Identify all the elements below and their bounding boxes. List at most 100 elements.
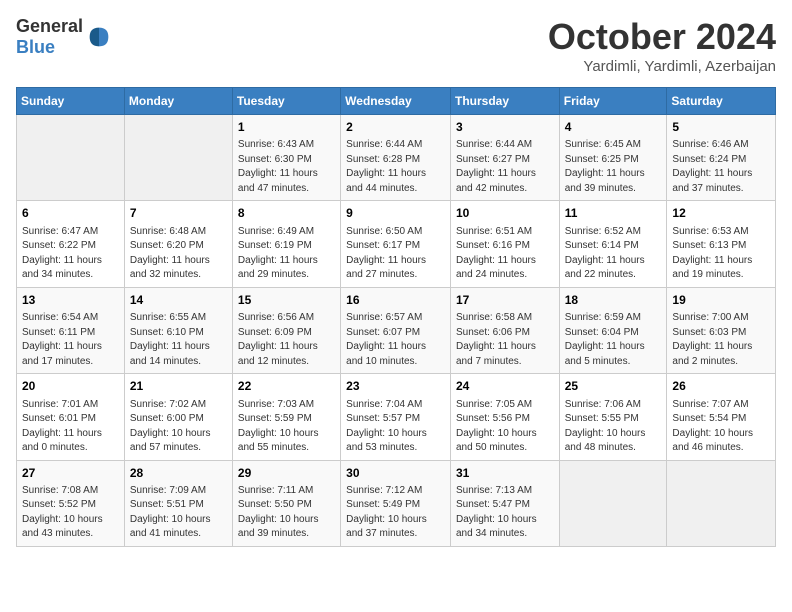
calendar-cell: 7 Sunrise: 6:48 AM Sunset: 6:20 PM Daylig… [124, 201, 232, 287]
day-number: 17 [456, 292, 554, 309]
day-info: Sunrise: 6:47 AM Sunset: 6:22 PM Dayligh… [22, 225, 119, 283]
day-number: 3 [456, 119, 554, 136]
calendar-cell: 26 Sunrise: 7:07 AM Sunset: 5:54 PM Dayli… [667, 374, 776, 460]
day-number: 21 [130, 378, 227, 395]
day-info: Sunrise: 6:59 AM Sunset: 6:04 PM Dayligh… [565, 311, 662, 369]
calendar-cell: 24 Sunrise: 7:05 AM Sunset: 5:56 PM Dayli… [450, 374, 559, 460]
day-info: Sunrise: 7:07 AM Sunset: 5:54 PM Dayligh… [672, 398, 770, 456]
calendar-cell: 10Sunrise: 6:51 AM Sunset: 6:16 PM Dayli… [450, 201, 559, 287]
day-info: Sunrise: 7:04 AM Sunset: 5:57 PM Dayligh… [346, 398, 445, 456]
day-number: 4 [565, 119, 662, 136]
day-number: 8 [238, 205, 335, 222]
day-number: 26 [672, 378, 770, 395]
location-title: Yardimli, Yardimli, Azerbaijan [548, 58, 776, 75]
calendar-cell: 29 Sunrise: 7:11 AM Sunset: 5:50 PM Dayli… [232, 460, 340, 546]
calendar-cell: 31 Sunrise: 7:13 AM Sunset: 5:47 PM Dayli… [450, 460, 559, 546]
day-number: 20 [22, 378, 119, 395]
day-info: Sunrise: 6:44 AM Sunset: 6:27 PM Dayligh… [456, 138, 554, 196]
day-number: 9 [346, 205, 445, 222]
day-number: 14 [130, 292, 227, 309]
day-number: 1 [238, 119, 335, 136]
calendar-cell: 25 Sunrise: 7:06 AM Sunset: 5:55 PM Dayli… [559, 374, 667, 460]
day-info: Sunrise: 6:55 AM Sunset: 6:10 PM Dayligh… [130, 311, 227, 369]
day-info: Sunrise: 6:49 AM Sunset: 6:19 PM Dayligh… [238, 225, 335, 283]
day-number: 27 [22, 465, 119, 482]
calendar-header-row: SundayMondayTuesdayWednesdayThursdayFrid… [17, 88, 776, 115]
calendar-cell: 12 Sunrise: 6:53 AM Sunset: 6:13 PM Dayli… [667, 201, 776, 287]
day-number: 16 [346, 292, 445, 309]
calendar-cell: 1 Sunrise: 6:43 AM Sunset: 6:30 PM Daylig… [232, 115, 340, 201]
day-number: 18 [565, 292, 662, 309]
calendar-cell: 14 Sunrise: 6:55 AM Sunset: 6:10 PM Dayli… [124, 287, 232, 373]
day-info: Sunrise: 6:51 AM Sunset: 6:16 PM Dayligh… [456, 225, 554, 283]
day-number: 19 [672, 292, 770, 309]
day-number: 12 [672, 205, 770, 222]
logo-icon [85, 23, 113, 51]
day-number: 7 [130, 205, 227, 222]
day-info: Sunrise: 6:44 AM Sunset: 6:28 PM Dayligh… [346, 138, 445, 196]
day-info: Sunrise: 7:13 AM Sunset: 5:47 PM Dayligh… [456, 484, 554, 542]
day-number: 6 [22, 205, 119, 222]
day-info: Sunrise: 6:45 AM Sunset: 6:25 PM Dayligh… [565, 138, 662, 196]
calendar-cell: 19 Sunrise: 7:00 AM Sunset: 6:03 PM Dayli… [667, 287, 776, 373]
day-info: Sunrise: 6:48 AM Sunset: 6:20 PM Dayligh… [130, 225, 227, 283]
calendar-cell: 5Sunrise: 6:46 AM Sunset: 6:24 PM Daylig… [667, 115, 776, 201]
day-number: 24 [456, 378, 554, 395]
logo-general: General [16, 16, 83, 36]
day-number: 2 [346, 119, 445, 136]
day-info: Sunrise: 6:56 AM Sunset: 6:09 PM Dayligh… [238, 311, 335, 369]
calendar-cell: 2 Sunrise: 6:44 AM Sunset: 6:28 PM Daylig… [341, 115, 451, 201]
day-info: Sunrise: 6:43 AM Sunset: 6:30 PM Dayligh… [238, 138, 335, 196]
calendar-week-row: 13Sunrise: 6:54 AM Sunset: 6:11 PM Dayli… [17, 287, 776, 373]
day-info: Sunrise: 6:52 AM Sunset: 6:14 PM Dayligh… [565, 225, 662, 283]
day-number: 23 [346, 378, 445, 395]
month-title: October 2024 [548, 16, 776, 58]
calendar-cell: 16 Sunrise: 6:57 AM Sunset: 6:07 PM Dayli… [341, 287, 451, 373]
page-header: General Blue October 2024 Yardimli, Yard… [16, 16, 776, 75]
day-info: Sunrise: 7:05 AM Sunset: 5:56 PM Dayligh… [456, 398, 554, 456]
day-info: Sunrise: 7:09 AM Sunset: 5:51 PM Dayligh… [130, 484, 227, 542]
calendar-cell: 9 Sunrise: 6:50 AM Sunset: 6:17 PM Daylig… [341, 201, 451, 287]
day-info: Sunrise: 7:08 AM Sunset: 5:52 PM Dayligh… [22, 484, 119, 542]
calendar-cell: 4 Sunrise: 6:45 AM Sunset: 6:25 PM Daylig… [559, 115, 667, 201]
day-info: Sunrise: 6:53 AM Sunset: 6:13 PM Dayligh… [672, 225, 770, 283]
day-info: Sunrise: 7:00 AM Sunset: 6:03 PM Dayligh… [672, 311, 770, 369]
day-info: Sunrise: 6:57 AM Sunset: 6:07 PM Dayligh… [346, 311, 445, 369]
day-number: 22 [238, 378, 335, 395]
calendar-table: SundayMondayTuesdayWednesdayThursdayFrid… [16, 87, 776, 547]
calendar-cell: 21Sunrise: 7:02 AM Sunset: 6:00 PM Dayli… [124, 374, 232, 460]
calendar-cell: 8 Sunrise: 6:49 AM Sunset: 6:19 PM Daylig… [232, 201, 340, 287]
day-number: 25 [565, 378, 662, 395]
calendar-cell [17, 115, 125, 201]
calendar-cell [667, 460, 776, 546]
day-info: Sunrise: 6:50 AM Sunset: 6:17 PM Dayligh… [346, 225, 445, 283]
calendar-cell: 3 Sunrise: 6:44 AM Sunset: 6:27 PM Daylig… [450, 115, 559, 201]
logo-text: General Blue [16, 16, 83, 58]
day-info: Sunrise: 7:11 AM Sunset: 5:50 PM Dayligh… [238, 484, 335, 542]
column-header-sunday: Sunday [17, 88, 125, 115]
calendar-week-row: 1 Sunrise: 6:43 AM Sunset: 6:30 PM Daylig… [17, 115, 776, 201]
day-number: 29 [238, 465, 335, 482]
day-number: 15 [238, 292, 335, 309]
column-header-monday: Monday [124, 88, 232, 115]
day-info: Sunrise: 7:03 AM Sunset: 5:59 PM Dayligh… [238, 398, 335, 456]
day-info: Sunrise: 6:58 AM Sunset: 6:06 PM Dayligh… [456, 311, 554, 369]
calendar-cell: 23 Sunrise: 7:04 AM Sunset: 5:57 PM Dayli… [341, 374, 451, 460]
day-info: Sunrise: 7:01 AM Sunset: 6:01 PM Dayligh… [22, 398, 119, 456]
day-number: 30 [346, 465, 445, 482]
logo: General Blue [16, 16, 113, 58]
calendar-week-row: 27 Sunrise: 7:08 AM Sunset: 5:52 PM Dayli… [17, 460, 776, 546]
day-number: 31 [456, 465, 554, 482]
logo-blue: Blue [16, 37, 55, 57]
day-number: 13 [22, 292, 119, 309]
title-block: October 2024 Yardimli, Yardimli, Azerbai… [548, 16, 776, 75]
calendar-cell: 18 Sunrise: 6:59 AM Sunset: 6:04 PM Dayli… [559, 287, 667, 373]
calendar-cell: 17 Sunrise: 6:58 AM Sunset: 6:06 PM Dayli… [450, 287, 559, 373]
calendar-cell [559, 460, 667, 546]
day-info: Sunrise: 7:06 AM Sunset: 5:55 PM Dayligh… [565, 398, 662, 456]
day-info: Sunrise: 6:46 AM Sunset: 6:24 PM Dayligh… [672, 138, 770, 196]
calendar-cell: 30Sunrise: 7:12 AM Sunset: 5:49 PM Dayli… [341, 460, 451, 546]
calendar-week-row: 6 Sunrise: 6:47 AM Sunset: 6:22 PM Daylig… [17, 201, 776, 287]
calendar-cell: 27 Sunrise: 7:08 AM Sunset: 5:52 PM Dayli… [17, 460, 125, 546]
day-number: 11 [565, 205, 662, 222]
